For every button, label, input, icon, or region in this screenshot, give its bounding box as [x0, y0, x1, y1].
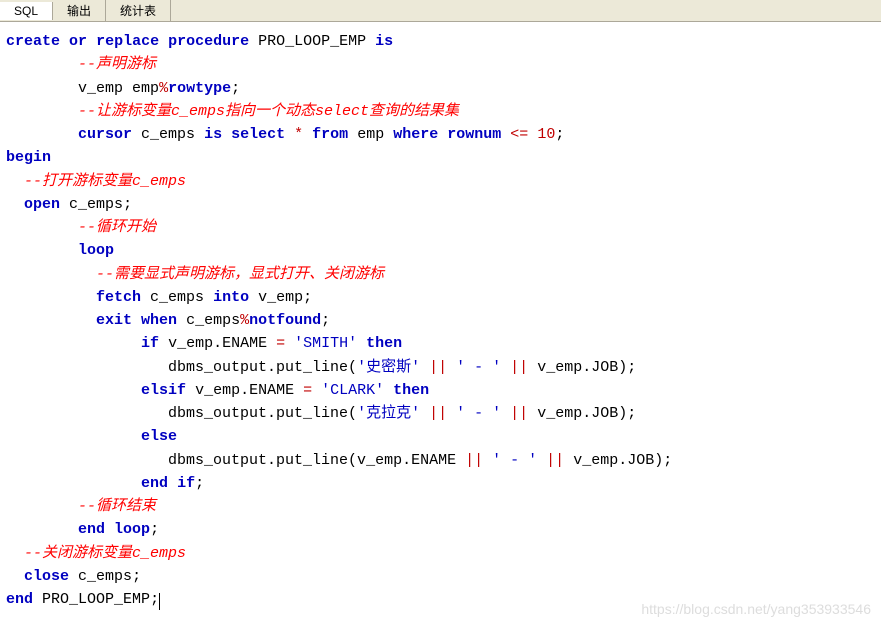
exit-cemps: c_emps [186, 312, 240, 329]
semi: ; [150, 521, 159, 538]
num-10: 10 [537, 126, 555, 143]
kw-replace: replace [96, 33, 159, 50]
tab-sql[interactable]: SQL [0, 2, 53, 20]
op-star: * [294, 126, 303, 143]
str-shimisi: '史密斯' [357, 359, 420, 376]
op-concat: || [429, 359, 447, 376]
kw-or: or [69, 33, 87, 50]
semi: ; [321, 312, 330, 329]
op-pct: % [159, 80, 168, 97]
kw-when: when [141, 312, 177, 329]
semi: ; [231, 80, 240, 97]
op-le: <= [510, 126, 528, 143]
tab-bar: SQL 输出 统计表 [0, 0, 881, 22]
comment-loop-end: --循环结束 [78, 498, 156, 515]
comment-close-cursor: --关闭游标变量c_emps [24, 545, 186, 562]
op-concat6: || [546, 452, 564, 469]
kw-then2: then [393, 382, 429, 399]
kw-is2: is [204, 126, 222, 143]
kw-fetch: fetch [96, 289, 141, 306]
comment-cursor-select: --让游标变量c_emps指向一个动态select查询的结果集 [78, 103, 459, 120]
kw-where: where [393, 126, 438, 143]
kw-endif-end: end [141, 475, 168, 492]
putline2: dbms_output.put_line( [168, 405, 357, 422]
kw-procedure: procedure [168, 33, 249, 50]
job2: v_emp.JOB); [537, 405, 636, 422]
job1: v_emp.JOB); [537, 359, 636, 376]
op-eq2: = [303, 382, 312, 399]
putline3: dbms_output.put_line(v_emp.ENAME [168, 452, 456, 469]
semi: ; [132, 568, 141, 585]
op-concat5: || [465, 452, 483, 469]
kw-rownum: rownum [447, 126, 501, 143]
kw-end-loop-end: end [78, 521, 105, 538]
fetch-cemps: c_emps [150, 289, 204, 306]
op-concat3: || [429, 405, 447, 422]
kw-open: open [24, 196, 60, 213]
tbl-emp: emp [357, 126, 384, 143]
if-vemp: v_emp.ENAME [168, 335, 267, 352]
close-cemps: c_emps [78, 568, 132, 585]
str-clark: 'CLARK' [321, 382, 384, 399]
text-cursor [159, 593, 160, 610]
semi: ; [195, 475, 204, 492]
kw-endif-if: if [177, 475, 195, 492]
code-editor[interactable]: create or replace procedure PRO_LOOP_EMP… [0, 22, 881, 627]
comment-declare-cursor: --声明游标 [78, 56, 156, 73]
kw-begin: begin [6, 149, 51, 166]
open-cemps: c_emps [69, 196, 123, 213]
str-dash1: ' - ' [456, 359, 501, 376]
kw-notfound: notfound [249, 312, 321, 329]
str-smith: 'SMITH' [294, 335, 357, 352]
kw-elsif: elsif [141, 382, 186, 399]
kw-from: from [312, 126, 348, 143]
end-procname: PRO_LOOP_EMP [42, 591, 150, 608]
kw-else: else [141, 428, 177, 445]
op-pct2: % [240, 312, 249, 329]
proc-name: PRO_LOOP_EMP [258, 33, 366, 50]
job3: v_emp.JOB); [573, 452, 672, 469]
kw-close: close [24, 568, 69, 585]
elsif-vemp: v_emp.ENAME [195, 382, 294, 399]
op-eq: = [276, 335, 285, 352]
kw-create: create [6, 33, 60, 50]
semi: ; [555, 126, 564, 143]
kw-end: end [6, 591, 33, 608]
kw-is: is [375, 33, 393, 50]
kw-if: if [141, 335, 159, 352]
tab-output[interactable]: 输出 [53, 0, 106, 21]
kw-into: into [213, 289, 249, 306]
kw-end-loop-loop: loop [114, 521, 150, 538]
kw-loop: loop [78, 242, 114, 259]
kw-rowtype: rowtype [168, 80, 231, 97]
str-kelake: '克拉克' [357, 405, 420, 422]
str-dash3: ' - ' [492, 452, 537, 469]
tab-stats[interactable]: 统计表 [106, 0, 171, 21]
var-vemp: v_emp [78, 80, 123, 97]
semi: ; [303, 289, 312, 306]
semi: ; [150, 591, 159, 608]
putline1: dbms_output.put_line( [168, 359, 357, 376]
op-concat2: || [510, 359, 528, 376]
comment-explicit: --需要显式声明游标，显式打开、关闭游标 [96, 266, 384, 283]
kw-exit: exit [96, 312, 132, 329]
kw-cursor: cursor [78, 126, 132, 143]
str-dash2: ' - ' [456, 405, 501, 422]
op-concat4: || [510, 405, 528, 422]
kw-select: select [231, 126, 285, 143]
comment-open-cursor: --打开游标变量c_emps [24, 173, 186, 190]
type-emp: emp [132, 80, 159, 97]
semi: ; [123, 196, 132, 213]
watermark: https://blog.csdn.net/yang353933546 [641, 599, 871, 621]
kw-then: then [366, 335, 402, 352]
fetch-vemp: v_emp [258, 289, 303, 306]
cursor-cemps: c_emps [141, 126, 195, 143]
comment-loop-start: --循环开始 [78, 219, 156, 236]
